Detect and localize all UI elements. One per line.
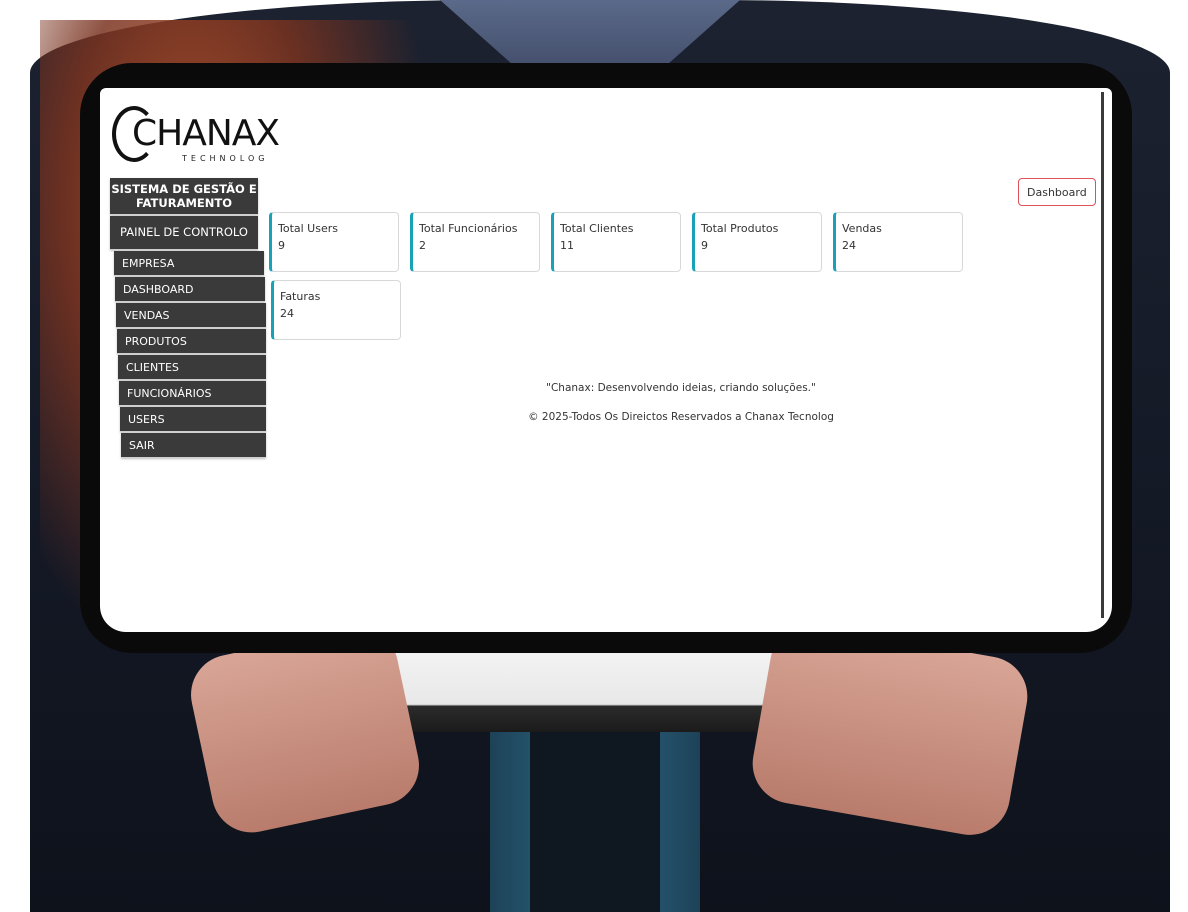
stat-value: 24 <box>842 239 856 252</box>
stat-card-produtos: Total Produtos 9 <box>692 212 822 272</box>
sidebar-title: SISTEMA DE GESTÃO E FATURAMENTO <box>110 178 258 215</box>
stat-label: Total Users <box>278 222 338 235</box>
sidebar-item-dashboard[interactable]: DASHBOARD <box>115 277 265 302</box>
stat-label: Total Produtos <box>701 222 779 235</box>
sidebar-item-funcionarios[interactable]: FUNCIONÁRIOS <box>119 381 266 406</box>
stat-card-vendas: Vendas 24 <box>833 212 963 272</box>
sidebar-item-sair[interactable]: SAIR <box>121 433 266 458</box>
sidebar: SISTEMA DE GESTÃO E FATURAMENTO PAINEL D… <box>110 178 270 458</box>
stat-card-funcionarios: Total Funcionários 2 <box>410 212 540 272</box>
sidebar-item-empresa[interactable]: EMPRESA <box>114 251 264 276</box>
dashboard-button[interactable]: Dashboard <box>1018 178 1096 206</box>
tie-shadow <box>530 730 660 912</box>
sidebar-item-produtos[interactable]: PRODUTOS <box>117 329 266 354</box>
logo-wordmark: CHANAX <box>132 113 280 154</box>
stat-value: 24 <box>280 307 294 320</box>
stat-label: Faturas <box>280 290 321 303</box>
sidebar-item-clientes[interactable]: CLIENTES <box>118 355 266 380</box>
stat-value: 2 <box>419 239 426 252</box>
sidebar-panel-label[interactable]: PAINEL DE CONTROLO <box>110 216 258 250</box>
brand-logo: CHANAX TECHNOLOG <box>112 106 280 166</box>
stat-card-clientes: Total Clientes 11 <box>551 212 681 272</box>
screen-edge <box>1101 92 1104 618</box>
footer-copyright: © 2025-Todos Os Direictos Reservados a C… <box>528 411 834 423</box>
app-screen: CHANAX TECHNOLOG SISTEMA DE GESTÃO E FAT… <box>100 88 1112 632</box>
stat-card-faturas: Faturas 24 <box>271 280 401 340</box>
footer-tagline: "Chanax: Desenvolvendo ideias, criando s… <box>546 382 816 394</box>
sidebar-item-vendas[interactable]: VENDAS <box>116 303 266 328</box>
stat-value: 9 <box>278 239 285 252</box>
stat-value: 11 <box>560 239 574 252</box>
sidebar-item-users[interactable]: USERS <box>120 407 266 432</box>
stat-label: Total Clientes <box>560 222 634 235</box>
stat-label: Total Funcionários <box>419 222 518 235</box>
stat-value: 9 <box>701 239 708 252</box>
logo-subtitle: TECHNOLOG <box>182 154 269 163</box>
stat-label: Vendas <box>842 222 882 235</box>
stat-card-users: Total Users 9 <box>269 212 399 272</box>
